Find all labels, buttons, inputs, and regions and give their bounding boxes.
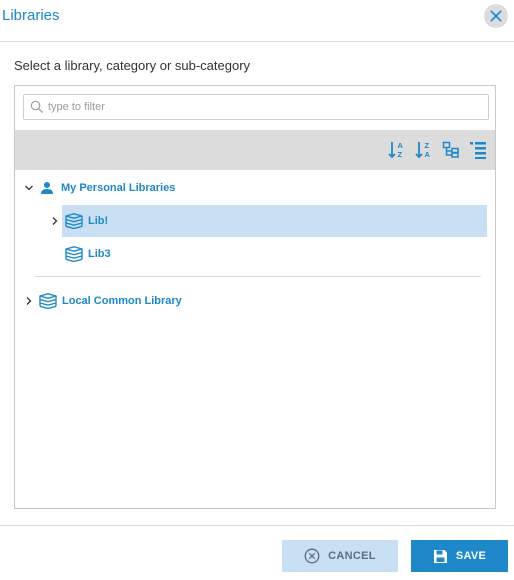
sort-za-button[interactable]: Z A <box>413 139 435 161</box>
tree-view-icon <box>442 141 459 158</box>
tree-node-label: Local Common Library <box>62 295 182 307</box>
chevron-right-icon[interactable] <box>49 215 61 227</box>
library-stack-icon <box>64 246 86 262</box>
footer-divider <box>0 525 514 526</box>
list-view-button[interactable] <box>467 139 489 161</box>
sort-za-icon: Z A <box>415 141 431 159</box>
sort-az-button[interactable]: A Z <box>386 139 408 161</box>
tree-view-button[interactable] <box>440 139 462 161</box>
save-label: SAVE <box>455 550 487 562</box>
tree-node-personal-libraries[interactable]: My Personal Libraries <box>23 178 175 198</box>
close-button[interactable] <box>484 4 508 28</box>
list-view-icon <box>470 142 486 159</box>
tree-node-label: Lib! <box>88 215 109 227</box>
dialog-title: Libraries <box>2 7 60 24</box>
tree-node-local-common-library[interactable]: Local Common Library <box>23 291 182 311</box>
cancel-label: CANCEL <box>328 550 376 562</box>
tree-node-label: My Personal Libraries <box>61 182 176 194</box>
library-tree-panel: A Z Z A <box>14 85 496 509</box>
close-icon <box>490 10 502 22</box>
tree-separator <box>35 276 481 277</box>
sort-az-icon: A Z <box>388 141 404 159</box>
filter-input[interactable] <box>48 98 478 116</box>
tree-node-label: Lib3 <box>88 248 111 260</box>
save-icon <box>433 549 447 563</box>
dialog-header: Libraries <box>0 0 514 42</box>
tree-node-lib1-selected[interactable] <box>62 205 487 237</box>
save-button[interactable]: SAVE <box>411 540 508 572</box>
svg-text:Z: Z <box>398 150 403 159</box>
svg-text:Z: Z <box>425 141 430 150</box>
svg-text:A: A <box>425 150 431 159</box>
cancel-button[interactable]: CANCEL <box>282 540 398 572</box>
cancel-icon <box>304 548 320 564</box>
chevron-down-icon[interactable] <box>23 182 35 194</box>
tree-node-lib1[interactable]: Lib! <box>49 211 108 231</box>
instruction-text: Select a library, category or sub-catego… <box>14 58 251 73</box>
chevron-right-icon[interactable] <box>23 295 35 307</box>
user-icon <box>40 181 58 195</box>
library-stack-icon <box>64 213 86 229</box>
svg-text:A: A <box>398 141 404 150</box>
search-icon <box>30 100 43 113</box>
tree-toolbar: A Z Z A <box>15 130 495 170</box>
libraries-dialog: Libraries Select a library, category or … <box>0 0 514 580</box>
library-stack-icon <box>38 293 60 309</box>
tree-node-lib3[interactable]: Lib3 <box>64 244 111 264</box>
filter-box <box>23 94 489 120</box>
